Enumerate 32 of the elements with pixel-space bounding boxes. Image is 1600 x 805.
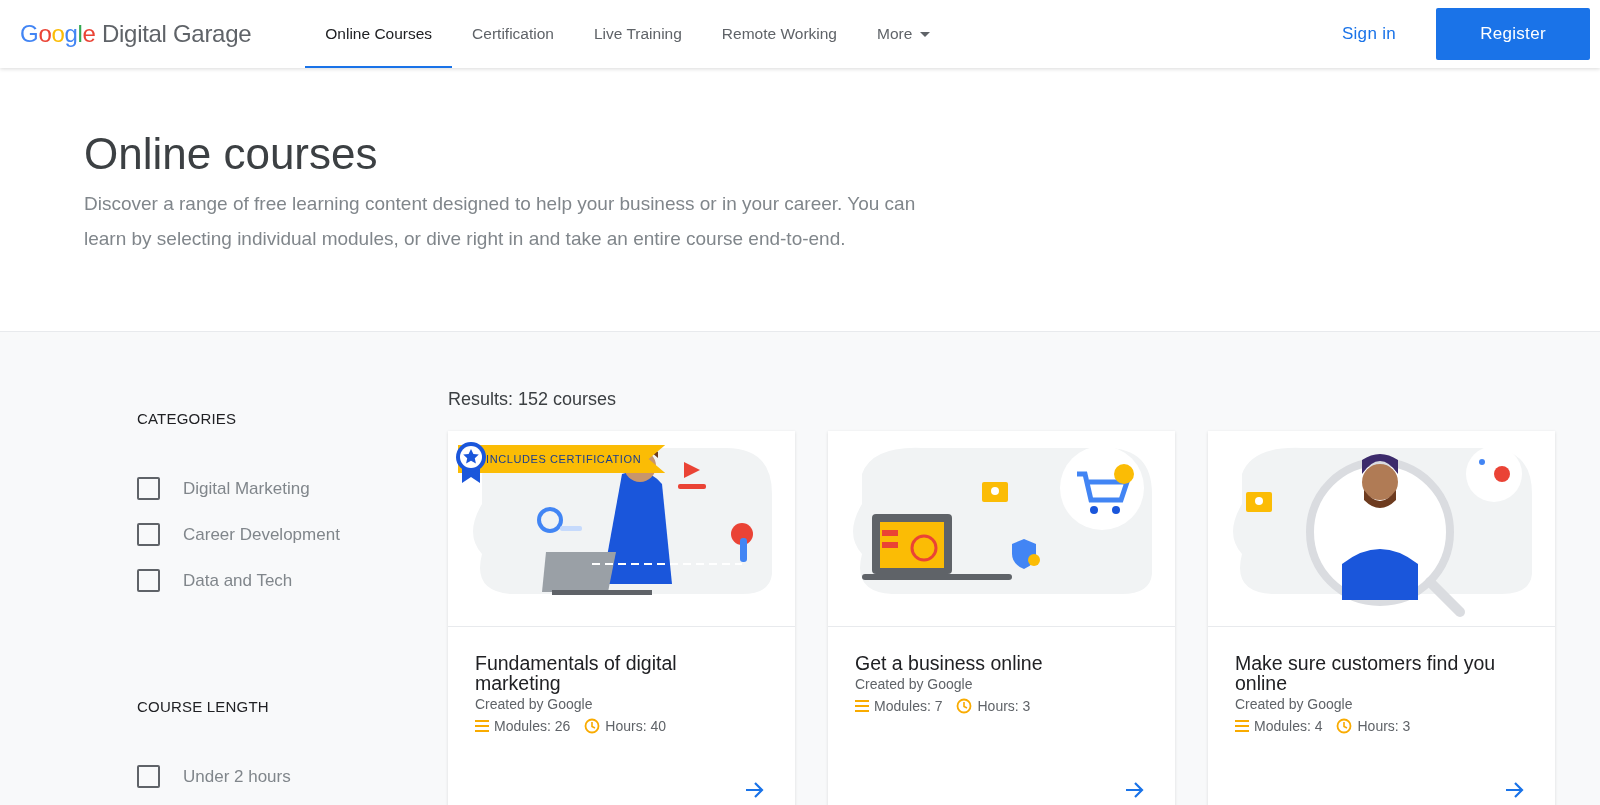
sign-in-link[interactable]: Sign in: [1341, 24, 1396, 44]
course-card[interactable]: Make sure customers find you online Created by Google Modules: 4 Hours: 3: [1208, 431, 1555, 805]
logo[interactable]: Google Digital Garage: [20, 20, 252, 48]
hours-count: Hours: 40: [605, 718, 666, 734]
module-count: Modules: 7: [874, 698, 943, 714]
results-count: Results: 152 courses: [448, 389, 618, 410]
nav-tab[interactable]: Certification: [452, 2, 574, 68]
checkbox-label: Career Development: [183, 524, 340, 545]
course-author: Created by Google: [475, 696, 594, 712]
page-title: Online courses: [84, 130, 379, 179]
course-title: Fundamentals of digital marketing: [475, 653, 678, 693]
nav-tab[interactable]: More: [857, 2, 951, 68]
hours-count: Hours: 3: [1357, 718, 1411, 734]
checkbox-label: Data and Tech: [183, 570, 293, 591]
checkbox-label: Under 2 hours: [183, 766, 291, 787]
course-card[interactable]: Get a business online Created by Google Modules: 7 Hours: 3: [828, 431, 1175, 805]
module-count: Modules: 4: [1254, 718, 1323, 734]
register-button[interactable]: Register: [1436, 8, 1590, 60]
filter-heading: COURSE LENGTH: [137, 698, 270, 715]
hours-count: Hours: 3: [977, 698, 1031, 714]
course-title: Make sure customers find you online: [1235, 653, 1497, 693]
filter-heading: CATEGORIES: [137, 410, 238, 427]
course-author: Created by Google: [1235, 696, 1354, 712]
module-count: Modules: 26: [494, 718, 571, 734]
page-description: Discover a range of free learning content designed to help your business or in your career. You can learn by selecting individual modules, or dive right in and take an entire course end-to-end.: [84, 192, 917, 252]
nav-tab[interactable]: Online Courses: [305, 2, 453, 68]
course-author: Created by Google: [855, 676, 974, 692]
nav-tab[interactable]: Live Training: [573, 2, 702, 68]
checkbox-label: Digital Marketing: [183, 478, 310, 499]
nav-tab[interactable]: Remote Working: [701, 2, 857, 68]
course-card[interactable]: INCLUDES CERTIFICATION Fundamentals of digital marketing Created by Google Modules: 26 Hours: 40: [448, 431, 795, 805]
course-title: Get a business online: [855, 653, 1044, 673]
